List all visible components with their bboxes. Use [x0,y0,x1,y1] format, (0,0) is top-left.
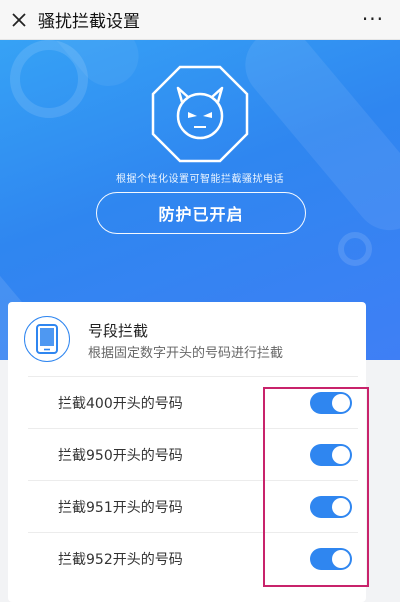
rule-label: 拦截952开头的号码 [58,551,183,568]
shield-devil-icon [150,64,250,164]
page-title: 骚扰拦截设置 [38,12,140,32]
decor-ring [338,232,372,266]
card-header: 号段拦截 根据固定数字开头的号码进行拦截 [8,302,366,376]
decor-ring [10,40,88,118]
card-title: 号段拦截 [88,322,149,340]
phone-icon [24,316,70,362]
rule-label: 拦截950开头的号码 [58,447,183,464]
more-icon[interactable]: ··· [362,9,384,29]
card-subtitle: 根据固定数字开头的号码进行拦截 [88,346,284,361]
protection-status-button[interactable]: 防护已开启 [96,192,306,234]
top-navbar: 骚扰拦截设置 ··· [0,0,400,40]
hero-description: 根据个性化设置可智能拦截骚扰电话 [116,174,284,185]
rule-label: 拦截400开头的号码 [58,395,183,412]
close-icon[interactable] [2,0,36,40]
toggle-highlight-box [263,387,369,587]
rule-label: 拦截951开头的号码 [58,499,183,516]
